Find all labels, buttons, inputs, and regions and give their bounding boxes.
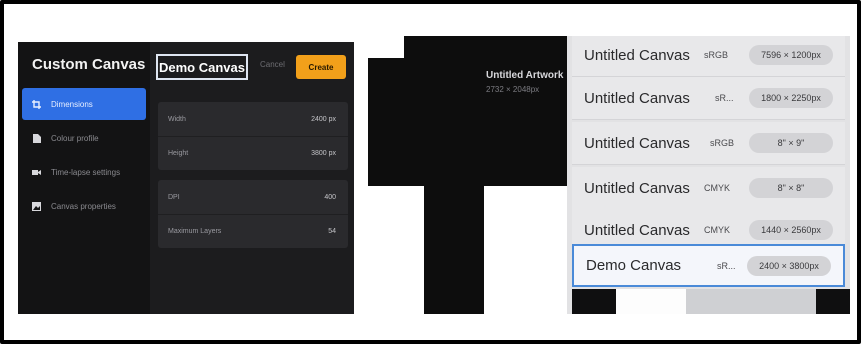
artwork-size: 2732 × 2048px (486, 85, 540, 94)
canvas-preset-row[interactable]: Untitled Canvas sRGB 8" × 9" (572, 122, 845, 165)
sidebar-item-label: Time-lapse settings (51, 167, 121, 177)
dpi-label: DPI (168, 193, 180, 201)
sidebar-item-dimensions[interactable]: Dimensions (22, 88, 146, 120)
preset-color-profile: sR... (717, 260, 736, 271)
image-icon (32, 201, 41, 211)
create-button[interactable]: Create (296, 55, 346, 79)
maximum-layers-row[interactable]: Maximum Layers 54 (158, 214, 348, 248)
canvas-preset-row[interactable]: Untitled Canvas CMYK 8" × 8" (572, 167, 845, 210)
dimensions-panel: Demo Canvas Cancel Create Width 2400 px … (150, 42, 354, 314)
width-label: Width (168, 115, 186, 123)
canvas-settings-sidebar: Custom Canvas Dimensions Colour profile … (18, 42, 150, 314)
height-value: 3800 px (311, 150, 336, 157)
preset-size: 7596 × 1200px (749, 45, 833, 65)
sidebar-item-time-lapse-settings[interactable]: Time-lapse settings (22, 156, 146, 188)
canvas-preset-row[interactable]: Untitled Canvas sRGB 7596 × 1200px (572, 36, 845, 77)
canvas-preset-row[interactable]: Untitled Canvas sR... 1800 × 2250px (572, 77, 845, 120)
preset-name: Untitled Canvas (584, 221, 690, 239)
preset-size: 1800 × 2250px (749, 88, 833, 108)
sidebar-item-colour-profile[interactable]: Colour profile (22, 122, 146, 154)
sidebar-item-label: Canvas properties (51, 201, 116, 211)
document-icon (32, 133, 41, 143)
preset-name: Untitled Canvas (584, 179, 690, 197)
preset-color-profile: sRGB (710, 138, 735, 148)
canvas-name-field[interactable]: Demo Canvas (156, 54, 248, 80)
preset-color-profile: CMYK (704, 183, 731, 193)
artwork-title: Untitled Artwork (486, 70, 564, 81)
preset-color-profile: CMYK (704, 225, 731, 235)
preset-name: Untitled Canvas (584, 89, 690, 107)
sidebar-item-label: Dimensions (51, 99, 93, 109)
preset-color-profile: sRGB (704, 50, 729, 60)
cancel-button[interactable]: Cancel (260, 60, 285, 69)
preset-size: 1440 × 2560px (749, 220, 833, 240)
dialog-title: Custom Canvas (32, 56, 146, 73)
dpi-value: 400 (324, 193, 336, 201)
preset-name: Untitled Canvas (584, 134, 690, 152)
sidebar-item-canvas-properties[interactable]: Canvas properties (22, 190, 146, 222)
sidebar-item-label: Colour profile (51, 133, 99, 143)
video-camera-icon (32, 168, 41, 177)
preset-size: 8" × 9" (749, 133, 833, 153)
preset-name: Demo Canvas (586, 257, 682, 274)
crop-icon (32, 99, 41, 109)
maximum-layers-label: Maximum Layers (168, 228, 222, 235)
list-bottom-strip (572, 289, 850, 314)
preset-size: 8" × 8" (749, 178, 833, 198)
dpi-row[interactable]: DPI 400 (158, 180, 348, 214)
width-value: 2400 px (311, 115, 336, 123)
preset-name: Untitled Canvas (584, 46, 690, 64)
canvas-preset-list: Untitled Canvas sRGB 7596 × 1200px Untit… (567, 36, 850, 314)
height-label: Height (168, 150, 189, 157)
size-group: Width 2400 px Height 3800 px (158, 102, 348, 170)
width-row[interactable]: Width 2400 px (158, 102, 348, 136)
height-row[interactable]: Height 3800 px (158, 136, 348, 170)
preset-color-profile: sR... (715, 93, 734, 103)
canvas-preset-row-selected[interactable]: Demo Canvas sR... 2400 × 3800px (572, 244, 845, 287)
custom-canvas-dialog: Custom Canvas Dimensions Colour profile … (18, 42, 354, 314)
screenshot-frame: Custom Canvas Dimensions Colour profile … (0, 0, 861, 344)
maximum-layers-value: 54 (328, 228, 336, 235)
preset-size: 2400 × 3800px (747, 255, 831, 276)
properties-group: DPI 400 Maximum Layers 54 (158, 180, 348, 248)
